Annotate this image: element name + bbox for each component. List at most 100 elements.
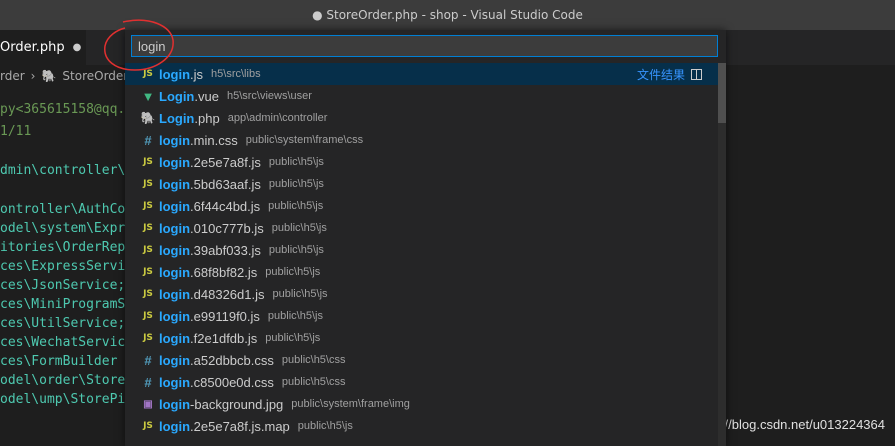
file-name-rest: .2e5e7a8f.js.map [190,418,290,434]
code-line: itories\OrderRepo [0,240,134,255]
code-line: ces\UtilService; [0,316,126,331]
code-line: ces\JsonService; [0,278,126,293]
quick-open-item[interactable]: JS login.f2e1dfdb.js public\h5\js [125,327,718,349]
breadcrumb-file[interactable]: StoreOrder. [62,69,131,83]
vue-file-icon: ▼ [141,88,155,104]
quick-open-item[interactable]: JS login.2e5e7a8f.js public\h5\js [125,151,718,173]
quick-open-item[interactable]: # login.min.css public\system\frame\css [125,129,718,151]
file-name-match: login [159,220,191,236]
file-name-match: login [159,66,191,82]
file-name-rest: .min.css [190,132,238,148]
file-name-match: login [159,198,191,214]
tab-label: Order.php [0,40,65,55]
file-name: login.min.css [159,133,238,148]
image-file-icon: ▣ [143,398,153,410]
code-line: py<365615158@qq.c [0,102,134,117]
quick-open-item[interactable]: 🐘 Login.php app\admin\controller [125,107,718,129]
file-name-rest: .010c777b.js [190,220,264,236]
file-name-match: login [159,330,191,346]
file-name-rest: .39abf033.js [190,242,261,258]
css-file-icon: # [144,132,152,148]
file-name: login.5bd63aaf.js [159,177,261,192]
file-name-rest: .68f8bf82.js [190,264,258,280]
quick-open-item[interactable]: ▣ login-background.jpg public\system\frame… [125,393,718,415]
js-file-icon: JS [143,311,153,321]
file-path: public\system\frame\img [291,398,410,410]
file-results-group: 文件结果 [637,63,702,85]
quick-open-item[interactable]: JS login.2e5e7a8f.js.map public\h5\js [125,415,718,437]
file-name: login.6f44c4bd.js [159,199,260,214]
file-name: login.39abf033.js [159,243,261,258]
quick-open-item[interactable]: # login.a52dbbcb.css public\h5\css [125,349,718,371]
file-name: Login.vue [159,89,219,104]
file-name: login.2e5e7a8f.js [159,155,261,170]
quick-open-item[interactable]: JS login.js h5\src\libs 文件结果 [125,63,718,85]
file-name-match: login [159,154,191,170]
file-path: public\h5\js [272,288,328,300]
file-name-rest: .js [190,66,204,82]
file-path: public\h5\js [265,266,321,278]
js-file-icon: JS [143,289,153,299]
code-line: ces\WechatService [0,335,134,350]
quick-open-input[interactable] [131,35,718,57]
quick-open-item[interactable]: ▼ Login.vue h5\src\views\user [125,85,718,107]
file-path: public\h5\js [265,332,321,344]
file-name-rest: -background.jpg [190,396,284,412]
code-line: ces\FormBuilder a [0,354,134,369]
quick-open-item[interactable]: JS login.d48326d1.js public\h5\js [125,283,718,305]
quick-open-item[interactable]: JS login.e99119f0.js public\h5\js [125,305,718,327]
php-file-icon: 🐘 [140,111,156,125]
open-to-side-icon[interactable] [691,68,702,80]
file-path: public\h5\js [268,178,324,190]
js-file-icon: JS [143,421,153,431]
file-name-rest: .2e5e7a8f.js [190,154,261,170]
file-name-match: login [159,264,191,280]
file-name-match: login [159,418,191,434]
js-file-icon: JS [143,201,153,211]
file-name: login.c8500e0d.css [159,375,274,390]
file-name: login.2e5e7a8f.js.map [159,419,290,434]
js-file-icon: JS [143,157,153,167]
unsaved-dot-icon: ● [72,42,82,53]
file-name-match: login [159,242,191,258]
file-path: h5\src\libs [211,68,261,80]
file-name: login.f2e1dfdb.js [159,331,257,346]
file-name: login.68f8bf82.js [159,265,257,280]
file-path: public\system\frame\css [245,134,364,146]
js-file-icon: JS [143,333,153,343]
quick-open-item[interactable]: JS login.5bd63aaf.js public\h5\js [125,173,718,195]
file-name-match: login [159,176,191,192]
code-line: odel\order\StoreO [0,373,134,388]
file-name-rest: .a52dbbcb.css [190,352,274,368]
tab-storeorder[interactable]: Order.php ● [0,30,86,65]
js-file-icon: JS [143,179,153,189]
file-name-rest: .d48326d1.js [190,286,265,302]
file-name-match: login [159,374,191,390]
file-name: login-background.jpg [159,397,283,412]
title-bar: ● StoreOrder.php - shop - Visual Studio … [0,0,895,30]
breadcrumb-folder[interactable]: rder [0,69,25,83]
code-line: odel\system\Expre [0,221,134,236]
js-file-icon: JS [143,69,153,79]
code-line: 1/11 [0,124,32,139]
code-line: ontroller\AuthCon [0,202,134,217]
file-name-rest: .f2e1dfdb.js [190,330,258,346]
file-path: h5\src\views\user [226,90,312,102]
quick-open-item[interactable]: JS login.39abf033.js public\h5\js [125,239,718,261]
file-name-rest: .php [194,110,220,126]
file-name-match: login [159,396,191,412]
results-scrollbar[interactable] [718,63,726,446]
file-path: public\h5\js [268,200,324,212]
file-path: public\h5\js [297,420,353,432]
file-name: login.d48326d1.js [159,287,265,302]
quick-open-item[interactable]: JS login.010c777b.js public\h5\js [125,217,718,239]
quick-open-item[interactable]: JS login.6f44c4bd.js public\h5\js [125,195,718,217]
file-path: public\h5\js [268,156,324,168]
js-file-icon: JS [143,223,153,233]
file-name: login.010c777b.js [159,221,264,236]
quick-open-item[interactable]: # login.c8500e0d.css public\h5\css [125,371,718,393]
file-name-rest: .5bd63aaf.js [190,176,261,192]
quick-open-item[interactable]: JS login.68f8bf82.js public\h5\js [125,261,718,283]
scrollbar-thumb[interactable] [718,63,726,123]
quick-open-results: JS login.js h5\src\libs 文件结果 ▼ Login.vue h5\sr… [125,63,718,437]
